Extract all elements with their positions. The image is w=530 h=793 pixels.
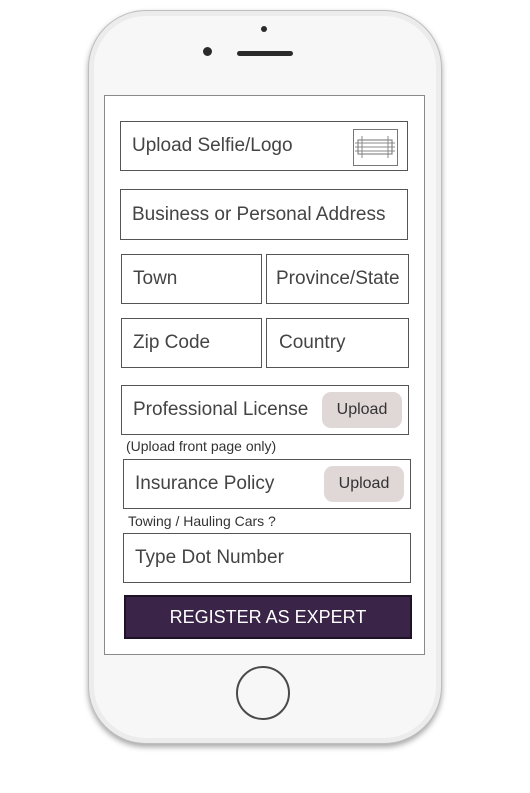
zip-code-label: Zip Code [133, 332, 211, 353]
dot-number-placeholder: Type Dot Number [135, 547, 284, 568]
professional-license-label: Professional License [133, 399, 309, 420]
image-placeholder-icon[interactable] [353, 129, 398, 166]
earpiece-speaker [237, 51, 293, 56]
address-label: Business or Personal Address [132, 203, 386, 225]
dot-number-input[interactable]: Type Dot Number [123, 533, 411, 583]
zip-code-field[interactable]: Zip Code [121, 318, 262, 368]
license-note: (Upload front page only) [126, 438, 277, 454]
insurance-upload-button[interactable]: Upload [324, 466, 404, 502]
towing-note: Towing / Hauling Cars ? [128, 513, 276, 529]
address-field[interactable]: Business or Personal Address [120, 189, 408, 240]
town-label: Town [133, 268, 178, 289]
professional-license-field[interactable]: Professional License Upload [121, 385, 409, 435]
insurance-policy-label: Insurance Policy [135, 473, 275, 494]
home-button[interactable] [236, 666, 290, 720]
upload-selfie-logo-label: Upload Selfie/Logo [132, 135, 293, 156]
license-upload-button[interactable]: Upload [322, 392, 402, 428]
country-field[interactable]: Country [266, 318, 409, 368]
town-field[interactable]: Town [121, 254, 262, 304]
country-label: Country [279, 332, 346, 353]
province-state-field[interactable]: Province/State [266, 254, 409, 304]
front-camera [203, 47, 212, 56]
upload-selfie-logo-field[interactable]: Upload Selfie/Logo [120, 121, 408, 171]
register-as-expert-button[interactable]: REGISTER AS EXPERT [124, 595, 412, 639]
insurance-policy-field[interactable]: Insurance Policy Upload [123, 459, 411, 509]
proximity-sensor [261, 26, 267, 32]
province-state-label: Province/State [276, 268, 400, 289]
